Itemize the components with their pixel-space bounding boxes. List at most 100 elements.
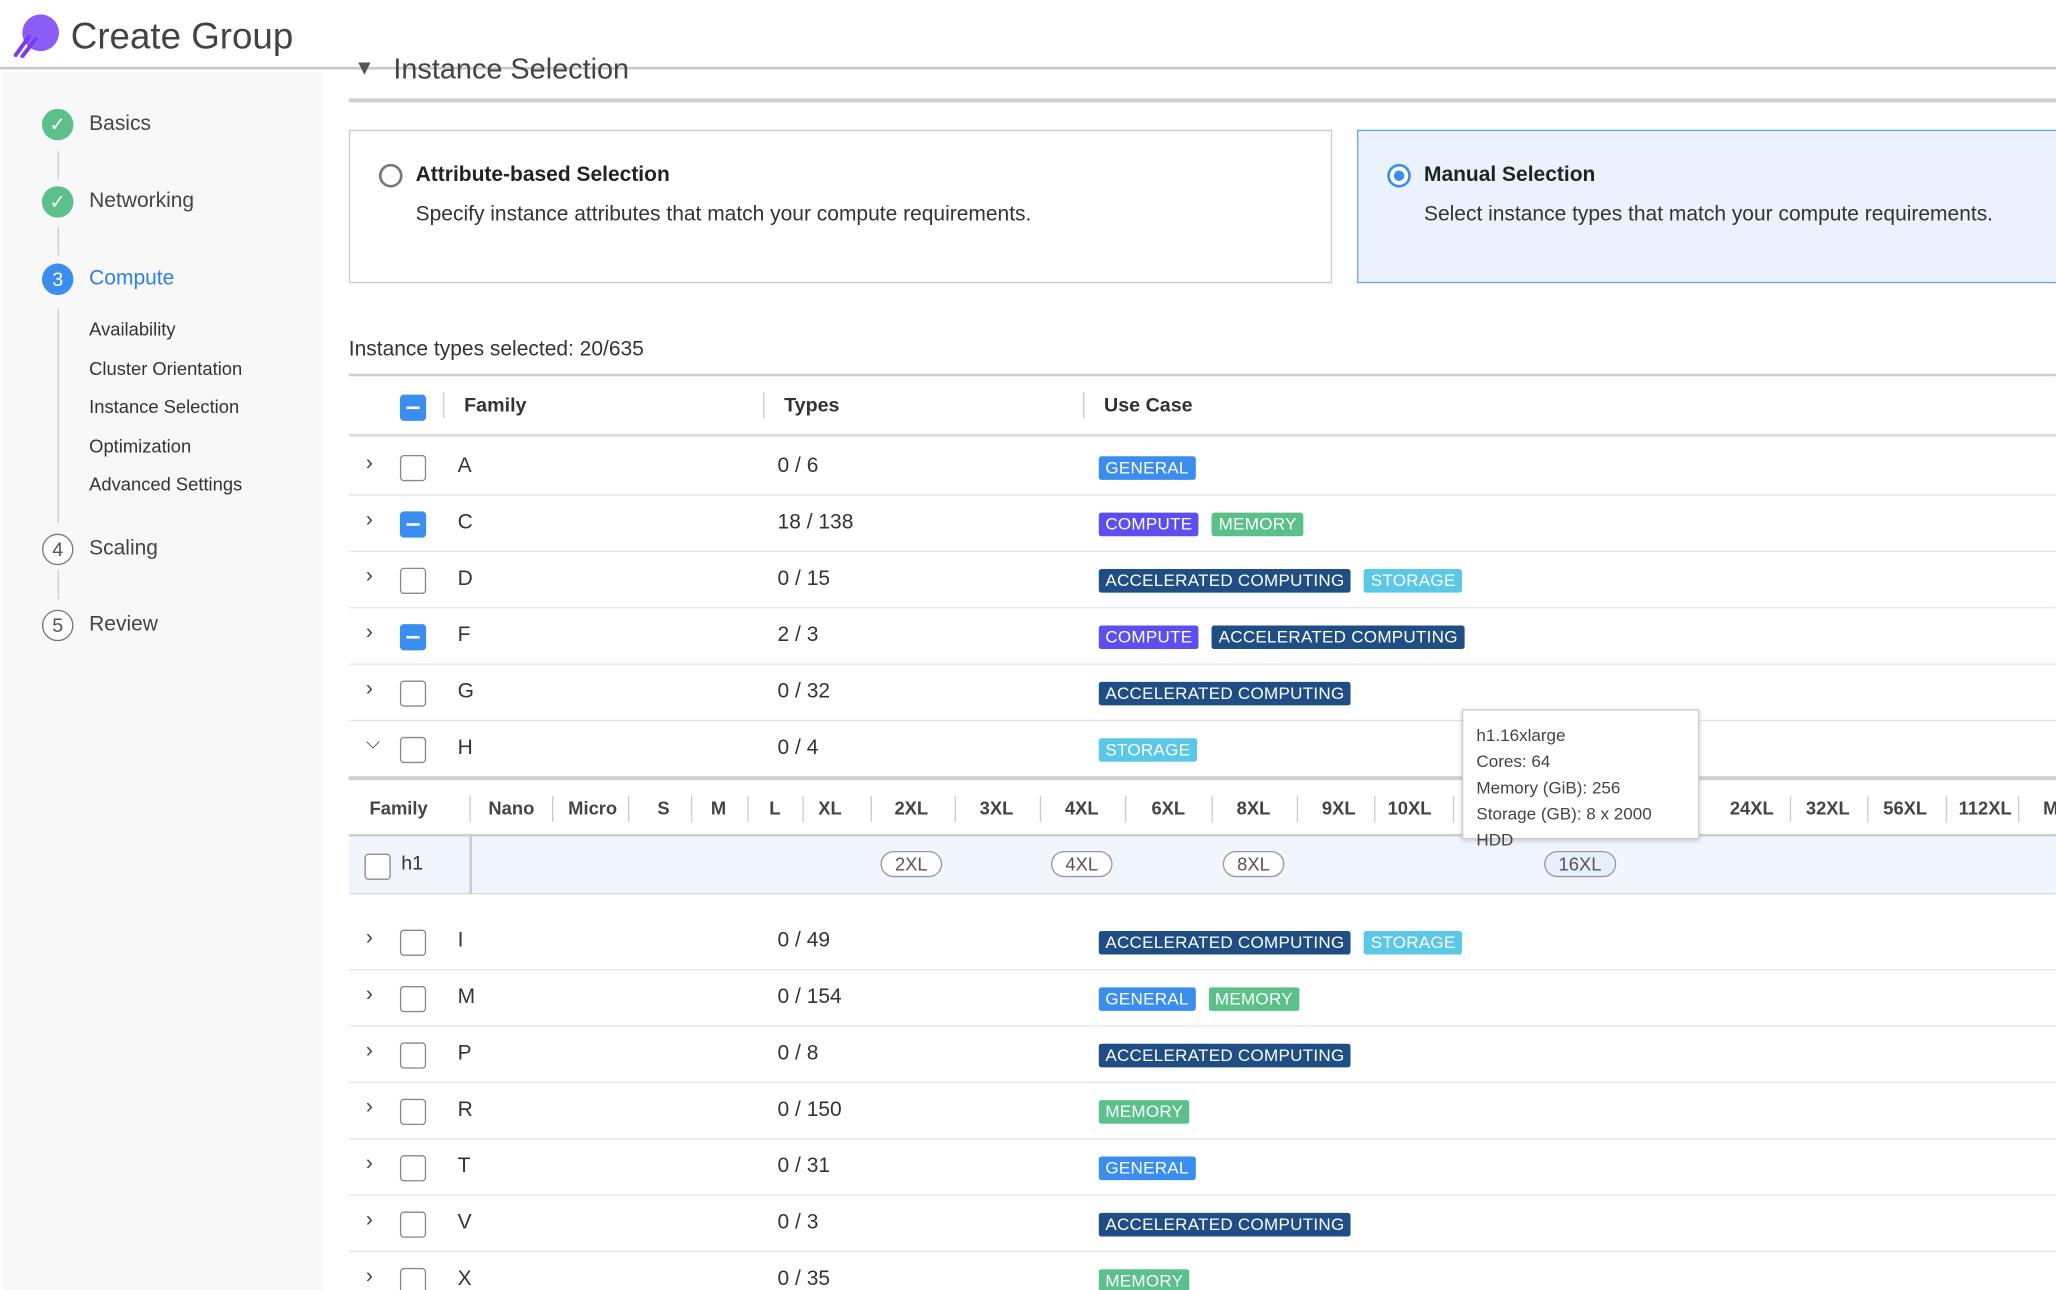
header-family[interactable]: Family: [464, 395, 526, 417]
row-checkbox[interactable]: [399, 567, 427, 594]
substep-instance-selection[interactable]: Instance Selection: [89, 396, 239, 417]
row-checkbox[interactable]: [399, 680, 427, 707]
header-types[interactable]: Types: [784, 395, 839, 417]
row-checkbox[interactable]: [399, 454, 427, 482]
chevron-right-icon[interactable]: ›: [366, 983, 373, 1007]
subheader-family: Family: [369, 797, 428, 819]
chevron-right-icon[interactable]: ›: [366, 927, 373, 951]
use-case-badge: ACCELERATED COMPUTING: [1212, 625, 1465, 650]
step-label: Basics: [89, 112, 151, 136]
family-cell: H: [457, 736, 473, 760]
step-label: Networking: [89, 190, 195, 213]
chevron-right-icon[interactable]: ›: [366, 1096, 373, 1120]
substep-advanced-settings[interactable]: Advanced Settings: [89, 473, 242, 494]
row-checkbox[interactable]: [399, 1211, 427, 1238]
chevron-right-icon[interactable]: ›: [366, 565, 373, 589]
page-title: Create Group: [70, 15, 294, 57]
substep-optimization[interactable]: Optimization: [89, 435, 191, 456]
family-cell: P: [457, 1042, 472, 1065]
use-case-badge: GENERAL: [1098, 456, 1196, 480]
use-case-cell: GENERAL MEMORY: [1098, 987, 1300, 1011]
row-checkbox[interactable]: [399, 1155, 427, 1182]
use-case-cell: MEMORY: [1098, 1100, 1190, 1124]
row-checkbox[interactable]: [399, 511, 427, 538]
card-description: Select instance types that match your co…: [1423, 203, 1994, 226]
chevron-right-icon[interactable]: ›: [366, 509, 373, 533]
tooltip-name: h1.16xlarge: [1476, 725, 1566, 745]
chevron-right-icon[interactable]: ›: [366, 1040, 373, 1064]
subheader-size: 10XL: [1387, 797, 1432, 819]
radio-manual[interactable]: [1387, 163, 1411, 188]
attribute-based-selection-card[interactable]: Attribute-based Selection Specify instan…: [348, 129, 1333, 284]
size-pill-4xl[interactable]: 4XL: [1050, 850, 1113, 878]
row-checkbox[interactable]: [399, 624, 427, 651]
use-case-badge: GENERAL: [1098, 987, 1196, 1011]
substep-cluster-orientation[interactable]: Cluster Orientation: [89, 358, 242, 379]
chevron-right-icon[interactable]: ›: [366, 452, 373, 476]
use-case-badge: MEMORY: [1212, 512, 1304, 537]
chevron-right-icon[interactable]: ›: [366, 1209, 373, 1233]
step-connector: [57, 308, 60, 524]
step-scaling[interactable]: 4 Scaling: [41, 533, 158, 566]
table-row-r: › R 0 / 150 MEMORY: [348, 1083, 2056, 1140]
row-checkbox[interactable]: [399, 1267, 427, 1290]
radio-attribute-based[interactable]: [378, 163, 403, 188]
chevron-right-icon[interactable]: ›: [366, 1265, 373, 1289]
step-networking[interactable]: ✓ Networking: [41, 186, 195, 218]
chevron-right-icon[interactable]: ›: [366, 1153, 373, 1177]
card-title: Attribute-based Selection: [415, 163, 670, 187]
step-compute[interactable]: 3 Compute: [41, 263, 174, 296]
subtable-header: Family Nano Micro S M L XL 2XL 3XL 4XL 6XL 8XL 9XL 10…: [348, 776, 2056, 837]
family-cell: A: [457, 454, 472, 478]
substep-availability[interactable]: Availability: [89, 319, 175, 340]
family-cell: G: [457, 680, 474, 703]
table-row-v: › V 0 / 3 ACCELERATED COMPUTING: [348, 1196, 2056, 1253]
check-icon: ✓: [41, 108, 74, 141]
manual-selection-card[interactable]: Manual Selection Select instance types t…: [1357, 129, 2056, 284]
table-row-d: › D 0 / 15 ACCELERATED COMPUTING STORAGE: [348, 552, 2056, 609]
types-cell: 0 / 4: [777, 736, 819, 760]
row-checkbox[interactable]: [399, 929, 427, 956]
row-checkbox[interactable]: [399, 986, 427, 1013]
tooltip-memory: Memory (GiB): 256: [1476, 777, 1621, 798]
family-cell: R: [457, 1098, 473, 1122]
subtable-row-h1: h1 2XL 4XL 8XL 16XL: [348, 836, 2056, 895]
row-checkbox[interactable]: [399, 736, 427, 764]
chevron-right-icon[interactable]: ›: [366, 622, 373, 646]
size-pill-8xl[interactable]: 8XL: [1222, 850, 1285, 878]
step-label: Review: [89, 613, 158, 636]
row-checkbox[interactable]: [399, 1042, 427, 1069]
subheader-size: 6XL: [1151, 797, 1186, 819]
subheader-size: 4XL: [1064, 797, 1099, 819]
table-row-t: › T 0 / 31 GENERAL: [348, 1139, 2056, 1196]
subheader-size: 3XL: [979, 797, 1014, 819]
step-basics[interactable]: ✓ Basics: [41, 108, 151, 141]
types-cell: 2 / 3: [777, 624, 819, 647]
card-title: Manual Selection: [1423, 163, 1596, 187]
card-description: Specify instance attributes that match y…: [415, 203, 1032, 226]
row-checkbox[interactable]: [399, 1098, 427, 1126]
tooltip-storage: Storage (GB): 8 x 2000 HDD: [1476, 803, 1652, 850]
select-all-checkbox[interactable]: [399, 394, 427, 421]
chevron-down-icon[interactable]: ⌵: [366, 732, 380, 754]
subheader-size: Micro: [568, 797, 618, 819]
use-case-cell: ACCELERATED COMPUTING STORAGE: [1098, 569, 1463, 593]
use-case-badge: MEMORY: [1208, 987, 1300, 1011]
use-case-cell: ACCELERATED COMPUTING: [1098, 681, 1352, 706]
header-use-case[interactable]: Use Case: [1104, 395, 1193, 417]
types-cell: 0 / 150: [777, 1098, 842, 1122]
step-review[interactable]: 5 Review: [41, 609, 158, 642]
family-h-subtable: Family Nano Micro S M L XL 2XL 3XL 4XL 6XL 8XL 9XL 10…: [348, 776, 2056, 895]
family-cell: C: [457, 511, 473, 534]
section-instance-selection[interactable]: ▼ Instance Selection: [348, 52, 2056, 103]
size-pill-2xl[interactable]: 2XL: [880, 850, 943, 878]
chevron-right-icon[interactable]: ›: [366, 678, 373, 702]
types-cell: 0 / 49: [777, 929, 831, 952]
table-row-h: ⌵ H 0 / 4 STORAGE: [348, 721, 2056, 778]
size-pill-16xl[interactable]: 16XL: [1544, 850, 1616, 878]
family-cell: F: [457, 624, 471, 647]
use-case-cell: COMPUTE ACCELERATED COMPUTING: [1098, 625, 1465, 650]
use-case-badge: COMPUTE: [1098, 512, 1199, 537]
h1-checkbox[interactable]: [364, 853, 391, 880]
types-cell: 0 / 6: [777, 454, 819, 478]
